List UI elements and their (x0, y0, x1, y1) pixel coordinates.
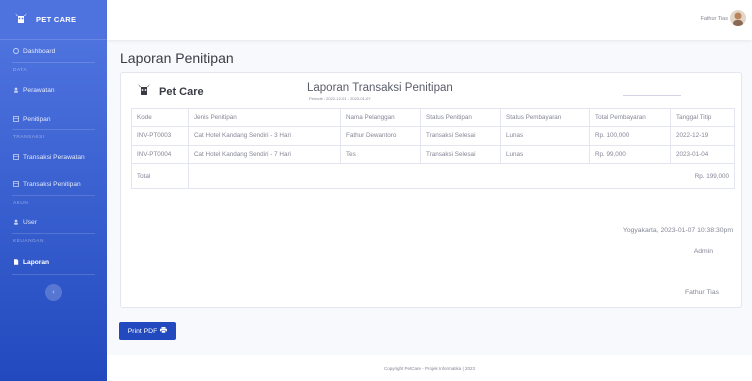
sidebar-item-label: Transaksi Penitipan (23, 180, 81, 188)
sidebar-heading-data: DATA (13, 68, 28, 73)
column-header: Tanggal Titip (670, 108, 735, 127)
table-cell: INV-PT0003 (131, 126, 189, 146)
sidebar-divider (12, 274, 95, 275)
print-pdf-button[interactable]: Print PDF (119, 322, 176, 340)
sidebar-divider (12, 62, 95, 63)
sidebar-item-dashboard[interactable]: Dashboard (0, 45, 107, 57)
column-header: Total Pembayaran (589, 108, 671, 127)
table-row: INV-PT0003 Cat Hotel Kandang Sendiri - 3… (131, 126, 735, 146)
file-icon (13, 259, 19, 265)
sidebar-heading-akun: AKUN (13, 201, 29, 206)
sidebar-toggle-button[interactable]: ‹ (45, 284, 62, 301)
page-title: Laporan Penitipan (120, 50, 234, 66)
column-header: Status Penitipan (420, 108, 501, 127)
report-title: Laporan Transaksi Penitipan (307, 82, 453, 94)
table-cell: Fathur Dewantoro (340, 126, 421, 146)
sidebar: PET CARE Dashboard DATA Perawatan Peniti… (0, 0, 107, 381)
report-card: Pet Care Laporan Transaksi Penitipan Per… (120, 72, 742, 308)
sidebar-item-label: Penitipan (23, 115, 51, 123)
sidebar-brand[interactable]: PET CARE (0, 0, 107, 40)
place-date: Yogyakarta, 2023-01-07 10:38:30pm (622, 227, 733, 234)
table-cell: Cat Hotel Kandang Sendiri - 3 Hari (188, 126, 341, 146)
sidebar-divider (12, 129, 95, 130)
sidebar-item-transaksi-perawatan[interactable]: Transaksi Perawatan (0, 151, 107, 163)
brand-name: PET CARE (36, 15, 77, 24)
signer-role: Admin (693, 248, 713, 255)
report-period: Periode : 2022-12-01 - 2023-01-07 (309, 96, 371, 101)
sidebar-item-label: Perawatan (23, 86, 55, 94)
sidebar-divider (12, 233, 95, 234)
column-header: Nama Pelanggan (340, 108, 421, 127)
sidebar-item-penitipan[interactable]: Penitipan (0, 113, 107, 125)
total-value: Rp. 199,000 (188, 163, 735, 189)
users-icon (13, 87, 19, 93)
table-total-row: Total Rp. 199,000 (131, 163, 735, 189)
topbar: Fathur Tias (107, 0, 752, 40)
print-label: Print PDF (127, 327, 158, 335)
report-table: Kode Jenis Penitipan Nama Pelanggan Stat… (131, 108, 735, 189)
sidebar-divider (12, 195, 95, 196)
table-cell: 2022-12-19 (670, 126, 735, 146)
footer-text: Copyright PetCare - Projek Informatika |… (384, 365, 475, 371)
table-cell: Transaksi Selesai (420, 126, 501, 146)
table-cell: Lunas (500, 126, 590, 146)
table-cell: Lunas (500, 144, 590, 164)
sidebar-item-transaksi-penitipan[interactable]: Transaksi Penitipan (0, 178, 107, 190)
pet-logo-icon (14, 11, 28, 29)
sidebar-heading-keuangan: KEUANGAN (13, 239, 44, 244)
user-name[interactable]: Fathur Tias (700, 16, 728, 22)
report-logo: Pet Care (137, 83, 204, 101)
table-cell: Transaksi Selesai (420, 144, 501, 164)
table-row: INV-PT0004 Cat Hotel Kandang Sendiri - 7… (131, 144, 735, 164)
table-icon (13, 116, 19, 122)
sidebar-item-laporan[interactable]: Laporan (0, 256, 107, 268)
column-header: Jenis Penitipan (188, 108, 341, 127)
table-cell: INV-PT0004 (131, 144, 189, 164)
footer: Copyright PetCare - Projek Informatika |… (107, 355, 752, 381)
column-header: Status Pembayaran (500, 108, 590, 127)
sidebar-item-label: User (23, 218, 37, 226)
signer-name: Fathur Tias (685, 289, 719, 296)
sidebar-item-perawatan[interactable]: Perawatan (0, 84, 107, 96)
header-divider (623, 95, 681, 96)
total-label: Total (131, 163, 189, 189)
dashboard-icon (13, 48, 19, 54)
sidebar-heading-transaksi: TRANSAKSI (13, 135, 45, 140)
table-cell: Rp. 99,000 (589, 144, 671, 164)
pet-logo-icon (137, 83, 151, 101)
avatar[interactable] (730, 10, 746, 26)
sidebar-item-label: Transaksi Perawatan (23, 153, 85, 161)
table-cell: Rp. 100,000 (589, 126, 671, 146)
user-icon (13, 219, 19, 225)
table-header-row: Kode Jenis Penitipan Nama Pelanggan Stat… (131, 108, 735, 127)
table-cell: Cat Hotel Kandang Sendiri - 7 Hari (188, 144, 341, 164)
sidebar-item-label: Laporan (23, 258, 50, 266)
table-icon (13, 181, 19, 187)
column-header: Kode (131, 108, 189, 127)
printer-icon (160, 327, 168, 335)
table-cell: Tes (340, 144, 421, 164)
table-cell: 2023-01-04 (670, 144, 735, 164)
sidebar-item-label: Dashboard (23, 47, 56, 55)
table-icon (13, 154, 19, 160)
logo-text: Pet Care (159, 86, 204, 98)
sidebar-item-user[interactable]: User (0, 216, 107, 228)
